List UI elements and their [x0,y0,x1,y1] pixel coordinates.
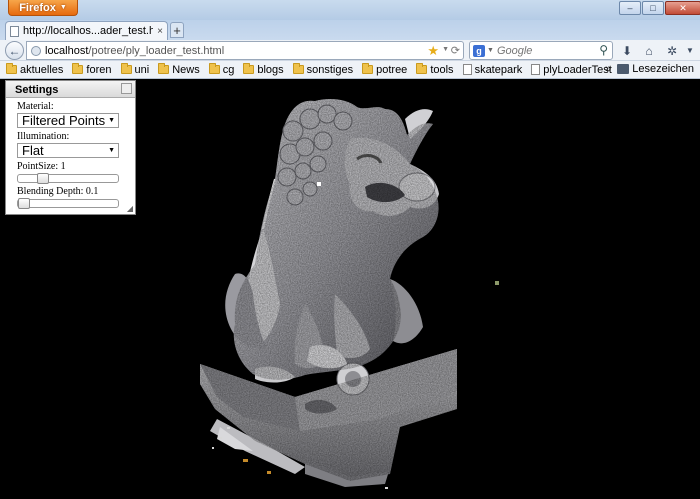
settings-title: Settings [15,84,59,96]
material-label: Material: [17,101,54,112]
history-dropdown-icon[interactable]: ▼ [442,46,449,53]
close-window-button[interactable]: ✕ [665,1,700,15]
google-engine-icon[interactable]: g [473,44,485,57]
point-cloud-viewport[interactable]: Settings Material: Filtered Points ▼ Ill… [5,79,695,494]
folder-icon [362,63,374,74]
bookmark-item[interactable]: uni [120,63,150,76]
bookmark-label: plyLoaderTest [543,63,612,76]
illumination-value: Flat [22,143,44,158]
address-bar[interactable]: localhost/potree/ply_loader_test.html ★ … [26,41,464,60]
folder-icon [416,63,428,74]
bookmark-label: tools [430,63,454,76]
pointsize-slider-handle[interactable] [37,173,49,184]
orange-points [243,459,271,474]
bookmark-label: aktuelles [20,63,64,76]
illumination-label: Illumination: [17,131,70,142]
pointsize-slider[interactable] [17,173,119,184]
folder-icon [120,63,132,74]
minimize-icon: – [627,3,633,13]
material-select[interactable]: Filtered Points ▼ [17,113,119,128]
bookmark-item[interactable]: sonstiges [292,63,354,76]
search-icon[interactable]: ⚲ [599,43,608,57]
settings-header[interactable]: Settings [6,81,135,98]
window-titlebar: Firefox ▼ – □ ✕ [0,0,700,20]
folder-icon [292,63,304,74]
illumination-select[interactable]: Flat ▼ [17,143,119,158]
resize-grip-icon[interactable]: ◢ [127,204,133,213]
folder-icon [72,63,84,74]
firefox-menu-button[interactable]: Firefox ▼ [8,0,78,16]
addon-icon[interactable]: ✲ [664,43,680,58]
bookmark-label: skatepark [474,63,523,76]
reload-icon[interactable]: ⟳ [451,44,460,57]
bookmark-item[interactable]: blogs [243,63,284,76]
material-value: Filtered Points [22,113,106,128]
arrow-left-icon: ← [8,43,21,58]
home-icon[interactable]: ⌂ [641,43,657,58]
settings-close-button[interactable] [121,83,132,94]
bookmark-item[interactable]: aktuelles [6,63,64,76]
blending-depth-slider-handle[interactable] [18,198,30,209]
blending-depth-label: Blending Depth: 0.1 [17,186,99,197]
maximize-icon: □ [650,3,656,13]
bookmark-label: uni [134,63,150,76]
plus-icon: + [173,22,181,38]
tab-title: http://localhos...ader_test.html [23,25,154,37]
folder-icon [243,63,255,74]
firefox-menu-label: Firefox [19,1,56,14]
tab-strip: http://localhos...ader_test.html × + [0,20,700,40]
back-button[interactable]: ← [5,41,24,60]
bookmark-label: foren [86,63,112,76]
bookmarks-toolbar: aktuelles foren uni News cg blogs sonstiges pot… [0,61,700,79]
search-input[interactable] [496,44,592,57]
new-tab-button[interactable]: + [170,22,184,38]
bookmark-label: sonstiges [306,63,354,76]
chevron-down-icon: ▼ [108,147,115,154]
url-path: /potree/ply_loader_test.html [88,44,225,57]
bookmark-label: potree [376,63,408,76]
chevron-down-icon: ▼ [59,4,67,11]
download-icon[interactable]: ⬇ [619,43,635,58]
addon-dropdown-icon[interactable]: ▼ [682,43,698,58]
bookmarks-menu-label[interactable]: Lesezeichen [632,63,694,75]
minimize-button[interactable]: – [619,1,641,15]
bookmark-label: blogs [257,63,284,76]
bookmark-item[interactable]: plyLoaderTest [531,64,612,76]
bookmark-star-icon[interactable]: ★ [427,43,439,59]
navigation-toolbar: ← localhost/potree/ply_loader_test.html … [0,40,700,61]
maximize-button[interactable]: □ [642,1,664,15]
search-bar[interactable]: g ▼ ⚲ [469,41,613,60]
window-controls: – □ ✕ [618,1,700,15]
close-tab-icon[interactable]: × [157,26,163,37]
chevron-down-icon: ▼ [108,117,115,124]
folder-icon [208,63,220,74]
bookmark-label: cg [222,63,235,76]
globe-icon [31,45,41,56]
library-icon [617,64,630,74]
tab-ply-loader-test[interactable]: http://localhos...ader_test.html × [5,21,168,40]
url-host: localhost [45,44,89,57]
settings-panel: Settings Material: Filtered Points ▼ Ill… [5,80,136,215]
page-icon [462,64,472,75]
bookmark-label: News [172,63,200,76]
pointsize-label: PointSize: 1 [17,161,66,172]
close-icon: ✕ [679,2,687,13]
page-icon [10,25,19,37]
bookmark-item[interactable]: cg [208,63,235,76]
bookmark-item[interactable]: News [158,63,200,76]
bookmarks-overflow-icon[interactable]: » [605,63,611,75]
blending-depth-slider[interactable] [17,198,119,209]
folder-icon [158,63,170,74]
bookmarks-right: » Lesezeichen [605,63,694,75]
bookmark-item[interactable]: skatepark [462,63,523,76]
bookmark-item[interactable]: potree [362,63,408,76]
bookmark-item[interactable]: foren [72,63,112,76]
page-icon [531,64,541,75]
bookmark-item[interactable]: tools [416,63,454,76]
engine-dropdown-icon[interactable]: ▼ [487,47,494,54]
folder-icon [6,63,17,74]
